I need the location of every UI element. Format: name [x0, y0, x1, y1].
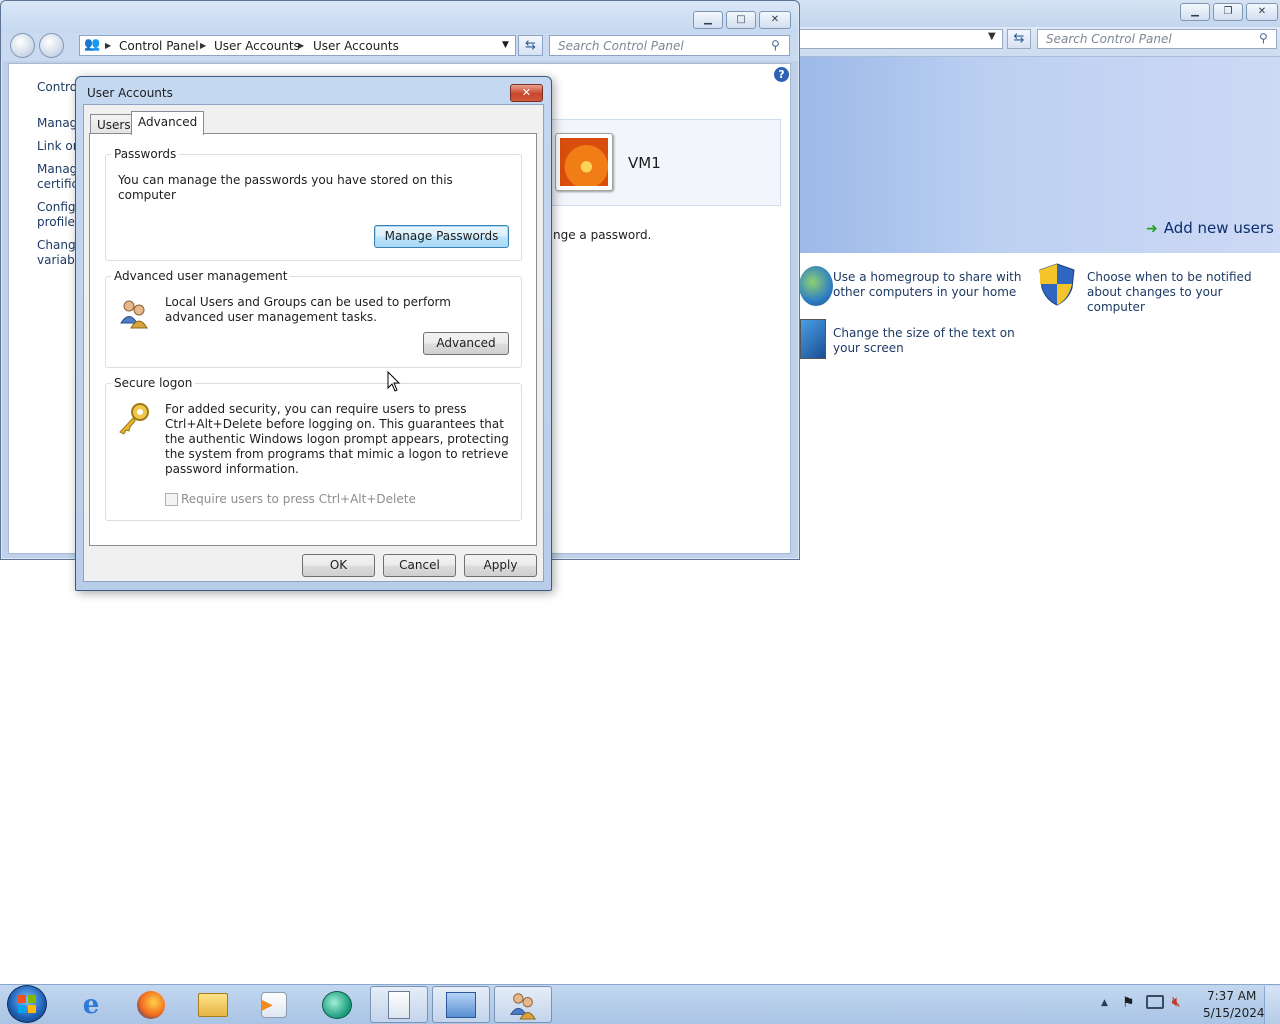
breadcrumb-control-panel[interactable]: Control Panel	[119, 39, 199, 53]
users-group-icon	[118, 297, 150, 329]
cancel-button[interactable]: Cancel	[383, 554, 456, 577]
user-accounts-icon[interactable]	[494, 986, 552, 1023]
password-hint-text: nge a password.	[553, 228, 652, 242]
users-icon: 👥	[84, 37, 101, 52]
action-center-flag-icon[interactable]: ⚑	[1122, 995, 1135, 1011]
advanced-user-management-description: Local Users and Groups can be used to pe…	[165, 295, 451, 324]
mouse-pointer-icon	[387, 370, 401, 396]
background-search-input[interactable]: Search Control Panel	[1037, 29, 1277, 49]
homegroup-icon	[799, 266, 833, 306]
breadcrumb-separator-icon: ▶	[200, 41, 207, 50]
user-name: VM1	[628, 154, 661, 172]
clock-date[interactable]: 5/15/2024	[1203, 1006, 1265, 1020]
refresh-button[interactable]: ⇆	[518, 35, 543, 56]
minimize-button[interactable]: ▁	[1180, 3, 1210, 21]
add-new-users-link[interactable]: ➜ Add new users	[1146, 219, 1274, 237]
key-icon	[116, 402, 152, 436]
control-panel-title-bar: ▁ □ ✕	[1, 1, 798, 33]
chevron-down-icon[interactable]: ▼	[502, 40, 509, 50]
minimize-button[interactable]: ▁	[693, 11, 723, 29]
control-panel-icon[interactable]	[432, 986, 490, 1023]
restore-button[interactable]: ❐	[1213, 3, 1243, 21]
media-player-icon[interactable]: ▶	[245, 986, 303, 1023]
forward-button[interactable]	[39, 33, 64, 58]
passwords-description: You can manage the passwords you have st…	[118, 173, 453, 202]
sidebar-link-manage-credentials[interactable]: Manag	[37, 116, 77, 131]
flower-avatar-icon	[560, 138, 608, 186]
app-icon[interactable]	[308, 986, 366, 1023]
address-bar[interactable]: 👥 ▶ Control Panel ▶ User Accounts ▶ User…	[79, 35, 516, 56]
show-desktop-button[interactable]	[1264, 986, 1280, 1024]
breadcrumb-user-accounts[interactable]: User Accounts	[214, 39, 300, 53]
require-ctrl-alt-delete-checkbox[interactable]	[165, 493, 178, 506]
volume-muted-icon[interactable]: 🔇︎	[1172, 995, 1180, 1010]
refresh-button[interactable]: ⇆	[1007, 29, 1031, 49]
display-icon	[800, 319, 826, 359]
back-button[interactable]	[10, 33, 35, 58]
clock-time[interactable]: 7:37 AM	[1207, 989, 1256, 1003]
arrow-icon: ➜	[1146, 221, 1158, 237]
advanced-user-management-label: Advanced user management	[111, 269, 291, 283]
sidebar-link-certificates[interactable]: Manag certific	[37, 162, 78, 192]
close-button[interactable]: ✕	[1246, 3, 1278, 21]
sidebar-link-online-ids[interactable]: Link on	[37, 139, 80, 154]
uac-shield-icon	[1037, 262, 1077, 306]
apply-button[interactable]: Apply	[464, 554, 537, 577]
task-text-size-link[interactable]: Change the size of the text on your scre…	[833, 326, 1023, 356]
show-hidden-icons-icon[interactable]: ▲	[1101, 998, 1108, 1008]
breadcrumb-separator-icon: ▶	[105, 41, 112, 50]
task-homegroup-link[interactable]: Use a homegroup to share with other comp…	[833, 270, 1023, 300]
background-address-bar[interactable]	[800, 29, 1003, 49]
passwords-group-label: Passwords	[111, 147, 180, 161]
dialog-close-button[interactable]: ✕	[510, 84, 543, 102]
manage-passwords-button[interactable]: Manage Passwords	[374, 225, 509, 248]
secure-logon-description: For added security, you can require user…	[165, 402, 509, 476]
internet-explorer-icon[interactable]: e	[62, 986, 120, 1023]
sidebar-link-environment-variables[interactable]: Change variable	[37, 238, 85, 268]
sidebar-link-profile[interactable]: Config profile	[37, 200, 76, 230]
search-icon[interactable]: ⚲	[771, 38, 780, 52]
documents-icon[interactable]	[370, 986, 428, 1023]
search-input[interactable]: Search Control Panel	[549, 35, 790, 56]
task-uac-link[interactable]: Choose when to be notified about changes…	[1087, 270, 1277, 315]
breadcrumb-user-accounts-current[interactable]: User Accounts	[313, 39, 399, 53]
dialog-title: User Accounts	[87, 86, 173, 100]
maximize-button[interactable]: □	[726, 11, 756, 29]
advanced-button[interactable]: Advanced	[423, 332, 509, 355]
help-icon[interactable]: ?	[774, 67, 789, 82]
sidebar-link-control-panel-home[interactable]: Contro	[37, 80, 77, 95]
breadcrumb-separator-icon: ▶	[298, 41, 305, 50]
search-icon[interactable]: ⚲	[1259, 31, 1268, 45]
tab-advanced[interactable]: Advanced	[131, 111, 205, 135]
add-new-users-label: Add new users	[1163, 219, 1274, 237]
file-explorer-icon[interactable]	[184, 986, 242, 1023]
close-button[interactable]: ✕	[759, 11, 791, 29]
firefox-icon[interactable]	[122, 986, 180, 1023]
network-icon[interactable]	[1146, 995, 1164, 1009]
ok-button[interactable]: OK	[302, 554, 375, 577]
secure-logon-label: Secure logon	[111, 376, 196, 390]
windows-logo-icon	[17, 994, 37, 1014]
chevron-down-icon[interactable]: ▼	[988, 31, 996, 42]
require-ctrl-alt-delete-label[interactable]: Require users to press Ctrl+Alt+Delete	[181, 492, 416, 506]
